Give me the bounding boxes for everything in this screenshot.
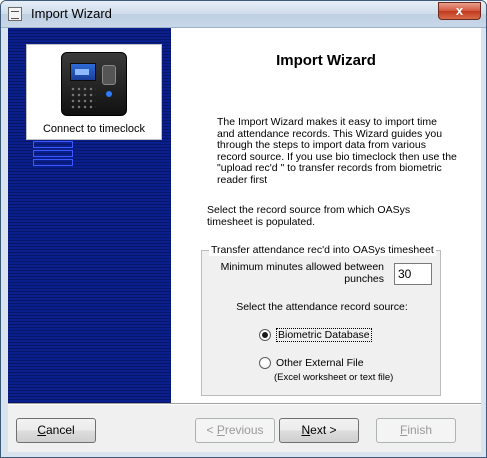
title-bar[interactable]: Import Wizard x (1, 1, 486, 28)
connect-timeclock-card[interactable]: Connect to timeclock (26, 44, 162, 140)
fingerprint-sensor (102, 65, 116, 85)
close-button[interactable]: x (438, 2, 481, 20)
group-legend: Transfer attendance rec'd into OASys tim… (209, 244, 436, 256)
intro-text: The Import Wizard makes it easy to impor… (217, 116, 457, 186)
wizard-sidebar: Connect to timeclock (8, 28, 171, 403)
connect-timeclock-label: Connect to timeclock (42, 123, 146, 135)
import-wizard-window: Import Wizard x Connect to timeclock Imp… (0, 0, 487, 458)
external-file-hint: (Excel worksheet or text file) (274, 372, 394, 383)
previous-label: revious (224, 423, 264, 437)
transfer-group-box: Transfer attendance rec'd into OASys tim… (201, 244, 441, 396)
radio-biometric-label: Biometric Database (276, 328, 372, 342)
timeclock-device-icon (61, 52, 127, 116)
window-title: Import Wizard (31, 6, 112, 21)
cancel-accel: C (37, 423, 46, 437)
previous-button[interactable]: < Previous (195, 418, 275, 443)
min-minutes-input[interactable] (394, 263, 432, 285)
window-icon (8, 7, 22, 21)
next-label: ext > (310, 423, 337, 437)
finish-button[interactable]: Finish (376, 418, 456, 443)
device-screen (70, 63, 96, 81)
radio-button[interactable] (259, 357, 271, 369)
device-keypad (70, 86, 96, 110)
wizard-content: Import Wizard The Import Wizard makes it… (171, 28, 481, 403)
device-led (106, 91, 112, 97)
cancel-button[interactable]: Cancel (16, 418, 96, 443)
button-separator (8, 403, 481, 405)
page-title: Import Wizard (276, 52, 376, 69)
source-label: Select the attendance record source: (236, 301, 408, 313)
next-button[interactable]: Next > (279, 418, 359, 443)
min-minutes-label: Minimum minutes allowed between punches (220, 261, 384, 285)
radio-button-checked[interactable] (259, 329, 271, 341)
radio-external-label: Other External File (276, 357, 364, 369)
select-source-text: Select the record source from which OASy… (207, 204, 411, 228)
previous-accel: P (216, 423, 225, 437)
cancel-label: ancel (45, 423, 75, 437)
finish-label: inish (407, 423, 433, 437)
next-accel: N (301, 423, 311, 437)
list-icon[interactable] (33, 141, 73, 167)
wizard-client-area: Connect to timeclock Import Wizard The I… (8, 28, 481, 452)
previous-arrow: < (206, 423, 217, 437)
